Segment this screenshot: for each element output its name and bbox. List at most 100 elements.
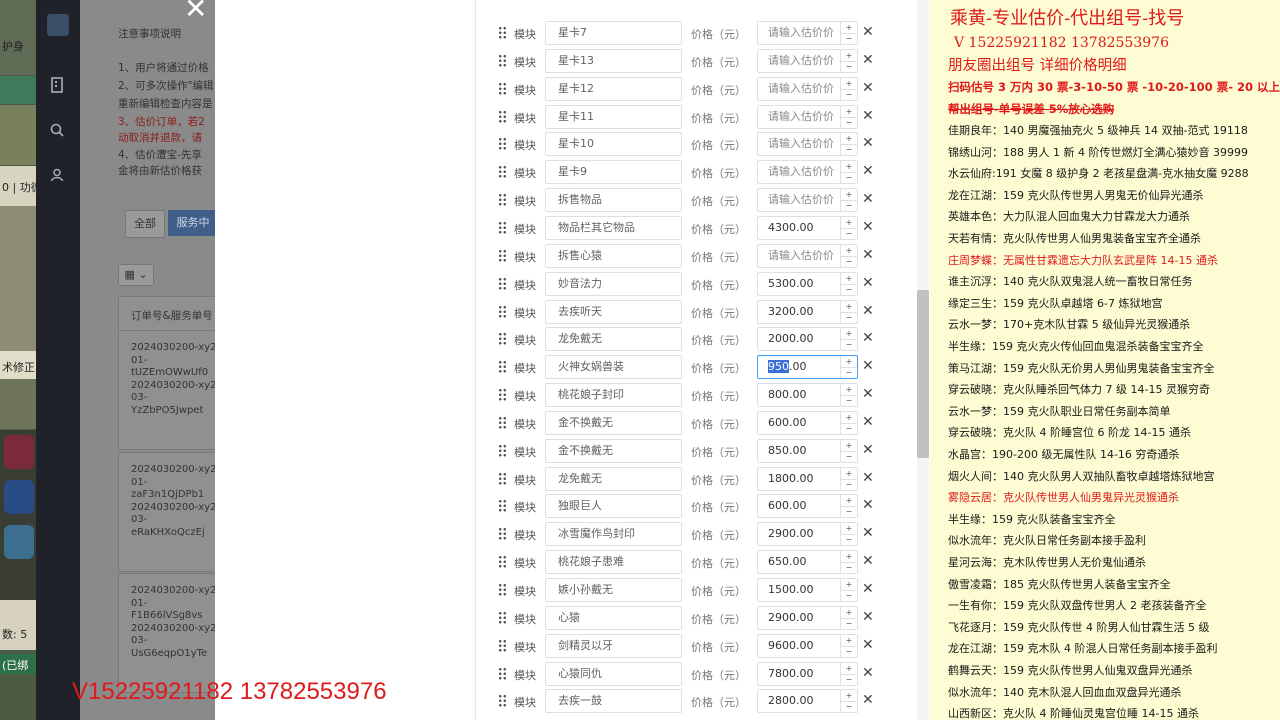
drag-handle-icon[interactable] — [498, 611, 507, 624]
search-icon[interactable] — [48, 123, 66, 141]
module-name-input[interactable]: 火神女娲兽装 — [545, 355, 682, 379]
delete-row-icon[interactable]: ✕ — [862, 414, 874, 430]
delete-row-icon[interactable]: ✕ — [862, 553, 874, 569]
module-name-input[interactable]: 拆售心猿 — [545, 244, 682, 268]
app-logo-icon[interactable] — [47, 14, 69, 36]
price-stepper[interactable]: + − — [840, 50, 857, 72]
item-slot-icon[interactable] — [4, 480, 34, 514]
delete-row-icon[interactable]: ✕ — [862, 470, 874, 486]
decrease-icon[interactable]: − — [841, 144, 857, 155]
decrease-icon[interactable]: − — [841, 618, 857, 629]
price-input[interactable]: 950.00 + − — [757, 355, 858, 379]
decrease-icon[interactable]: − — [841, 339, 857, 350]
tab-in-service[interactable]: 服务中 — [168, 210, 215, 236]
decrease-icon[interactable]: − — [841, 479, 857, 490]
price-input[interactable]: 4300.00 + − — [757, 216, 858, 240]
decrease-icon[interactable]: − — [841, 590, 857, 601]
price-stepper[interactable]: + − — [840, 579, 857, 601]
price-input[interactable]: 800.00 + − — [757, 383, 858, 407]
price-stepper[interactable]: + − — [840, 663, 857, 685]
module-name-input[interactable]: 独眼巨人 — [545, 494, 682, 518]
decrease-icon[interactable]: − — [841, 228, 857, 239]
drag-handle-icon[interactable] — [498, 193, 507, 206]
module-name-input[interactable]: 妙音法力 — [545, 272, 682, 296]
drag-handle-icon[interactable] — [498, 472, 507, 485]
price-stepper[interactable]: + − — [840, 245, 857, 267]
price-input[interactable]: 请输入估价价 + − — [757, 132, 858, 156]
price-input[interactable]: 2000.00 + − — [757, 327, 858, 351]
delete-row-icon[interactable]: ✕ — [862, 637, 874, 653]
price-input[interactable]: 7800.00 + − — [757, 662, 858, 686]
module-name-input[interactable]: 星卡10 — [545, 132, 682, 156]
price-input[interactable]: 请输入估价价 + − — [757, 21, 858, 45]
delete-row-icon[interactable]: ✕ — [862, 163, 874, 179]
drag-handle-icon[interactable] — [498, 165, 507, 178]
decrease-icon[interactable]: − — [841, 33, 857, 44]
module-name-input[interactable]: 龙免戴无 — [545, 327, 682, 351]
delete-row-icon[interactable]: ✕ — [862, 330, 874, 346]
module-name-input[interactable]: 物品栏其它物品 — [545, 216, 682, 240]
price-input[interactable]: 650.00 + − — [757, 550, 858, 574]
decrease-icon[interactable]: − — [841, 562, 857, 573]
delete-row-icon[interactable]: ✕ — [862, 665, 874, 681]
module-name-input[interactable]: 剑精灵以牙 — [545, 634, 682, 658]
module-name-input[interactable]: 星卡13 — [545, 49, 682, 73]
module-name-input[interactable]: 金不换戴无 — [545, 411, 682, 435]
tab-all[interactable]: 全部 — [125, 210, 165, 238]
drag-handle-icon[interactable] — [498, 277, 507, 290]
price-stepper[interactable]: + − — [840, 328, 857, 350]
drag-handle-icon[interactable] — [498, 527, 507, 540]
drag-handle-icon[interactable] — [498, 305, 507, 318]
delete-row-icon[interactable]: ✕ — [862, 303, 874, 319]
delete-row-icon[interactable]: ✕ — [862, 609, 874, 625]
delete-row-icon[interactable]: ✕ — [862, 108, 874, 124]
delete-row-icon[interactable]: ✕ — [862, 358, 874, 374]
delete-row-icon[interactable]: ✕ — [862, 275, 874, 291]
price-stepper[interactable]: + − — [840, 217, 857, 239]
drag-handle-icon[interactable] — [498, 667, 507, 680]
drag-handle-icon[interactable] — [498, 360, 507, 373]
drag-handle-icon[interactable] — [498, 694, 507, 707]
price-input[interactable]: 600.00 + − — [757, 494, 858, 518]
decrease-icon[interactable]: − — [841, 395, 857, 406]
drag-handle-icon[interactable] — [498, 82, 507, 95]
module-name-input[interactable]: 心猿同仇 — [545, 662, 682, 686]
delete-row-icon[interactable]: ✕ — [862, 692, 874, 708]
drag-handle-icon[interactable] — [498, 54, 507, 67]
drag-handle-icon[interactable] — [498, 639, 507, 652]
module-name-input[interactable]: 星卡7 — [545, 21, 682, 45]
module-name-input[interactable]: 星卡9 — [545, 160, 682, 184]
decrease-icon[interactable]: − — [841, 61, 857, 72]
delete-row-icon[interactable]: ✕ — [862, 24, 874, 40]
price-stepper[interactable]: + − — [840, 607, 857, 629]
delete-row-icon[interactable]: ✕ — [862, 219, 874, 235]
drag-handle-icon[interactable] — [498, 416, 507, 429]
price-stepper[interactable]: + − — [840, 440, 857, 462]
item-slot-icon[interactable] — [4, 525, 34, 559]
price-input[interactable]: 1800.00 + − — [757, 467, 858, 491]
close-icon[interactable]: ✕ — [184, 0, 210, 24]
module-name-input[interactable]: 龙免戴无 — [545, 467, 682, 491]
module-name-input[interactable]: 金不换戴无 — [545, 439, 682, 463]
price-stepper[interactable]: + − — [840, 523, 857, 545]
price-input[interactable]: 2900.00 + − — [757, 606, 858, 630]
delete-row-icon[interactable]: ✕ — [862, 442, 874, 458]
item-slot-icon[interactable] — [4, 435, 34, 469]
decrease-icon[interactable]: − — [841, 646, 857, 657]
price-stepper[interactable]: + − — [840, 635, 857, 657]
price-stepper[interactable]: + − — [840, 468, 857, 490]
module-name-input[interactable]: 桃花娘子封印 — [545, 383, 682, 407]
module-name-input[interactable]: 冰雪魔作鸟封印 — [545, 522, 682, 546]
price-input[interactable]: 600.00 + − — [757, 411, 858, 435]
drag-handle-icon[interactable] — [498, 221, 507, 234]
price-input[interactable]: 2800.00 + − — [757, 689, 858, 713]
decrease-icon[interactable]: − — [841, 256, 857, 267]
delete-row-icon[interactable]: ✕ — [862, 581, 874, 597]
price-input[interactable]: 2900.00 + − — [757, 522, 858, 546]
drag-handle-icon[interactable] — [498, 110, 507, 123]
price-input[interactable]: 请输入估价价 + − — [757, 105, 858, 129]
drag-handle-icon[interactable] — [498, 26, 507, 39]
price-stepper[interactable]: + − — [840, 22, 857, 44]
user-icon[interactable] — [48, 168, 66, 186]
decrease-icon[interactable]: − — [841, 117, 857, 128]
